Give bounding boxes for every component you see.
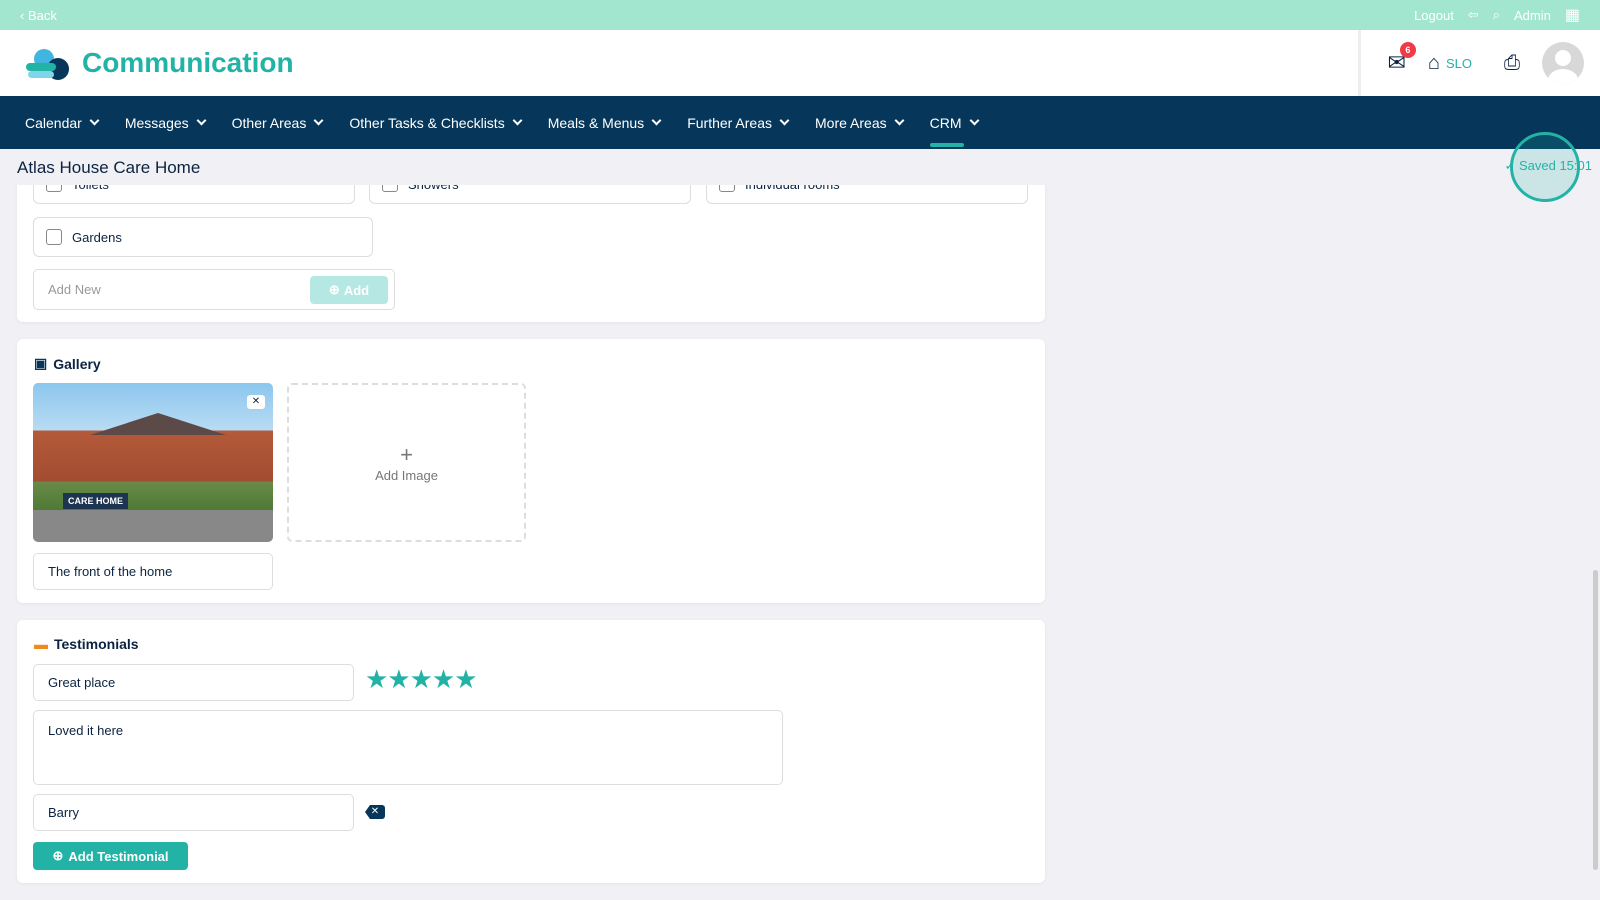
avatar[interactable] bbox=[1542, 42, 1584, 84]
saved-status: ✓ Saved 15:01 bbox=[1504, 158, 1592, 173]
star-rating[interactable]: ★★★★★ bbox=[365, 666, 478, 692]
add-facility-button[interactable]: ⊕ Add bbox=[310, 276, 388, 304]
facility-gardens[interactable]: Gardens bbox=[33, 217, 373, 257]
logout-icon[interactable]: ⇦ bbox=[1468, 7, 1479, 23]
add-testimonial-button[interactable]: ⊕ Add Testimonial bbox=[33, 842, 188, 870]
gallery-card: ▣ Gallery CARE HOME ✕ + Add Image The fron… bbox=[17, 339, 1045, 603]
print-icon[interactable]: ⎙ bbox=[1504, 52, 1520, 75]
nav-further-areas[interactable]: Further Areas bbox=[687, 96, 790, 149]
home-label: SLO bbox=[1445, 55, 1472, 71]
admin-menu[interactable]: Admin bbox=[1514, 8, 1551, 23]
testimonial-author-input[interactable]: Barry bbox=[33, 794, 354, 831]
mail-count-badge: 6 bbox=[1399, 42, 1416, 58]
add-facility-input[interactable]: Add New ⊕ Add bbox=[33, 269, 395, 310]
page-title: Atlas House Care Home bbox=[17, 158, 201, 177]
mail-icon[interactable]: ✉ 6 bbox=[1387, 42, 1416, 76]
main-nav: Calendar Messages Other Areas Other Task… bbox=[0, 96, 1600, 149]
speech-bubble-icon: ▬ bbox=[34, 636, 48, 652]
gallery-title: ▣ Gallery bbox=[34, 355, 101, 372]
nav-calendar[interactable]: Calendar bbox=[25, 96, 100, 149]
logo-icon bbox=[26, 49, 69, 80]
top-bar: ‹ Back Logout ⇦ ⌕ Admin ▦ bbox=[0, 0, 1600, 30]
apps-grid-icon[interactable]: ▦ bbox=[1565, 5, 1580, 25]
back-link[interactable]: ‹ Back bbox=[20, 8, 57, 23]
testimonial-body-input[interactable]: Loved it here bbox=[33, 710, 783, 785]
search-icon[interactable]: ⌕ bbox=[1493, 7, 1500, 23]
app-header: Communication ✉ 6 ⌂ SLO ⎙ bbox=[0, 30, 1600, 96]
nav-messages[interactable]: Messages bbox=[125, 96, 207, 149]
home-button[interactable]: ⌂ SLO bbox=[1428, 52, 1472, 75]
image-sign: CARE HOME bbox=[63, 493, 129, 509]
plus-icon: + bbox=[400, 442, 413, 467]
testimonials-title: ▬ Testimonials bbox=[34, 636, 139, 652]
nav-other-tasks[interactable]: Other Tasks & Checklists bbox=[349, 96, 523, 149]
nav-crm[interactable]: CRM bbox=[929, 96, 979, 149]
delete-testimonial-icon[interactable]: ✕ bbox=[365, 805, 385, 819]
gallery-image[interactable]: CARE HOME ✕ bbox=[33, 383, 273, 542]
testimonial-heading-input[interactable]: Great place bbox=[33, 664, 354, 701]
page-header: Atlas House Care Home ✓ Saved 15:01 bbox=[0, 132, 1600, 202]
checkbox[interactable] bbox=[46, 229, 62, 245]
home-icon: ⌂ bbox=[1427, 51, 1440, 74]
testimonials-card: ▬ Testimonials Great place ★★★★★ Loved it… bbox=[17, 620, 1045, 883]
app-title: Communication bbox=[82, 47, 294, 78]
gallery-icon: ▣ bbox=[34, 355, 48, 371]
logout-link[interactable]: Logout bbox=[1414, 8, 1454, 23]
remove-image-icon[interactable]: ✕ bbox=[247, 395, 265, 409]
nav-more-areas[interactable]: More Areas bbox=[815, 96, 905, 149]
nav-other-areas[interactable]: Other Areas bbox=[232, 96, 324, 149]
scrollbar[interactable] bbox=[1593, 570, 1598, 870]
image-caption-input[interactable]: The front of the home bbox=[33, 553, 273, 590]
nav-meals-menus[interactable]: Meals & Menus bbox=[548, 96, 662, 149]
logo[interactable]: Communication bbox=[24, 45, 294, 81]
add-image-button[interactable]: + Add Image bbox=[287, 383, 526, 542]
